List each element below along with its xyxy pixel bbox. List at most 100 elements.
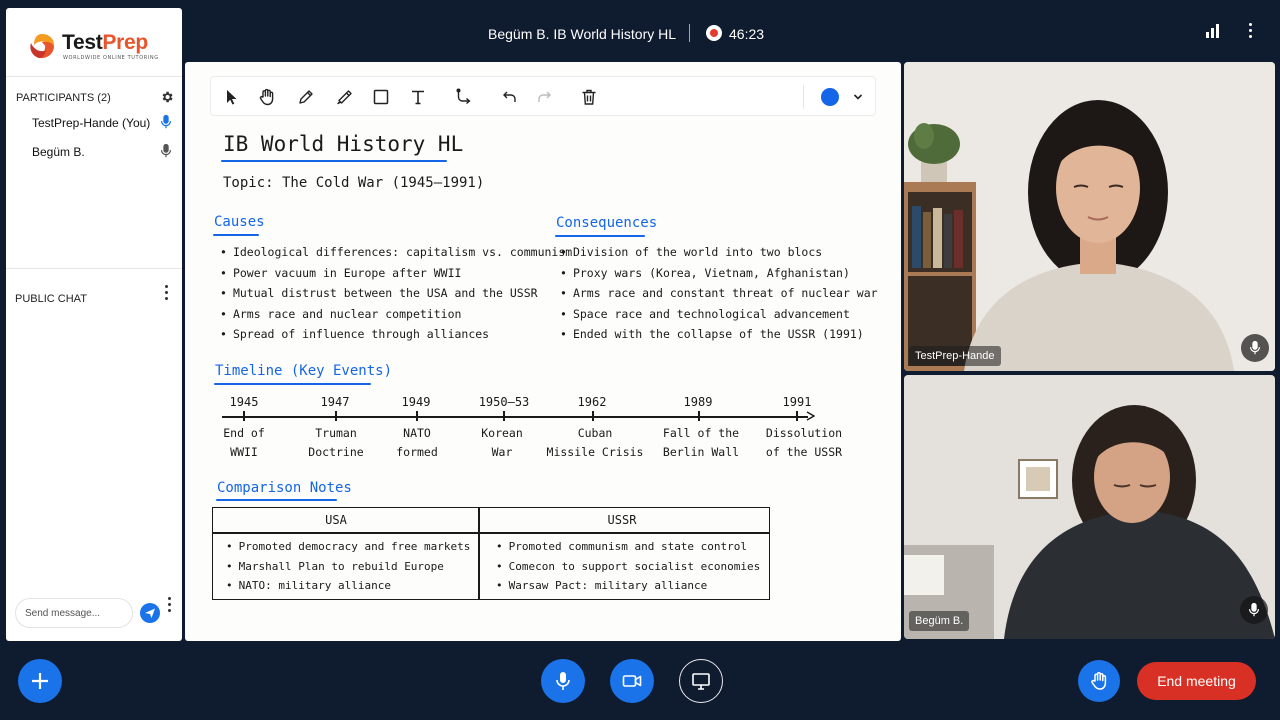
highlighter-icon[interactable] (334, 87, 354, 107)
timeline-heading: Timeline (Key Events) (215, 363, 393, 379)
video-camera-icon (622, 675, 642, 687)
timeline-event-label: End of WWII (223, 426, 265, 459)
list-item: NATO: military alliance (226, 579, 470, 599)
connector-icon[interactable] (454, 87, 474, 107)
whiteboard[interactable]: IB World History HL Topic: The Cold War … (185, 62, 901, 641)
timeline-event-label: Cuban Missile Crisis (546, 426, 644, 459)
end-meeting-button[interactable]: End meeting (1137, 662, 1256, 700)
timeline-tick (503, 411, 505, 421)
public-chat-title: PUBLIC CHAT (15, 293, 87, 305)
divider (689, 24, 690, 42)
timeline-tick (243, 411, 245, 421)
screen-share-icon (692, 673, 710, 690)
table-header-usa: USA (325, 513, 347, 527)
ussr-list: Promoted communism and state control Com… (496, 540, 761, 599)
list-item: Promoted communism and state control (496, 540, 760, 560)
timeline-year: 1945 (229, 395, 259, 409)
logo-mark-icon (30, 34, 55, 59)
text-icon[interactable] (408, 87, 428, 107)
causes-list: Ideological differences: capitalism vs. … (220, 245, 572, 348)
list-item: Promoted democracy and free markets (226, 540, 471, 560)
title-underline (221, 160, 447, 162)
list-item: Ended with the collapse of the USSR (199… (560, 327, 878, 348)
consequences-heading: Consequences (556, 215, 658, 231)
video-tile-tutor[interactable]: TestPrep-Hande (904, 62, 1275, 371)
divider (803, 85, 804, 109)
list-item: Ideological differences: capitalism vs. … (220, 245, 572, 266)
logo-wordmark: TestPrep (62, 31, 148, 54)
color-picker-swatch[interactable] (821, 88, 839, 106)
meeting-title: Begüm B. IB World History HL (488, 26, 677, 42)
participant-name-tag: TestPrep-Hande (909, 346, 1001, 366)
rectangle-icon[interactable] (371, 87, 391, 107)
timeline-year: 1947 (320, 395, 350, 409)
pen-icon[interactable] (296, 87, 316, 107)
chat-message-input[interactable] (15, 598, 133, 628)
video-tile-student[interactable]: Begüm B. (904, 375, 1275, 639)
comparison-table: USA USSR Promoted democracy and free mar… (212, 507, 770, 600)
timeline-tick (592, 411, 594, 421)
send-button[interactable] (140, 603, 160, 623)
add-button[interactable] (18, 659, 62, 703)
participant-name[interactable]: TestPrep-Hande (You) (32, 116, 150, 130)
heading-underline (213, 234, 259, 236)
timeline-tick (416, 411, 418, 421)
video-mic-button[interactable] (1240, 596, 1268, 624)
list-item: Power vacuum in Europe after WWII (220, 266, 572, 287)
sidebar: TestPrep WORLDWIDE ONLINE TUTORING PARTI… (6, 8, 182, 641)
board-topic: Topic: The Cold War (1945–1991) (223, 175, 485, 191)
redo-icon[interactable] (534, 87, 554, 107)
timeline-year: 1991 (782, 395, 812, 409)
signal-strength-icon[interactable] (1206, 24, 1220, 38)
list-item: Division of the world into two blocs (560, 245, 878, 266)
timeline-year: 1949 (401, 395, 431, 409)
timeline-year: 1989 (683, 395, 713, 409)
cursor-icon[interactable] (221, 87, 241, 107)
heading-underline (555, 235, 645, 237)
timeline-year: 1962 (577, 395, 607, 409)
trash-icon[interactable] (579, 87, 599, 107)
participant-name-tag: Begüm B. (909, 611, 970, 631)
microphone-button[interactable] (541, 659, 585, 703)
arrow-right-icon (806, 411, 815, 421)
video-mic-button[interactable] (1241, 334, 1269, 362)
chat-options-icon[interactable] (168, 597, 172, 613)
mic-icon (1249, 340, 1261, 355)
hand-icon (1091, 672, 1107, 690)
timeline-axis (222, 416, 808, 418)
logo-tagline: WORLDWIDE ONLINE TUTORING (63, 55, 159, 61)
undo-icon[interactable] (500, 87, 520, 107)
timeline-event-label: Dissolution of the USSR (765, 426, 843, 459)
mic-icon (1248, 602, 1260, 617)
raise-hand-button[interactable] (1078, 660, 1120, 702)
timeline-tick (698, 411, 700, 421)
list-item: Mutual distrust between the USA and the … (220, 286, 572, 307)
more-options-icon[interactable] (1249, 23, 1253, 39)
participant-video (904, 62, 1275, 371)
chevron-down-icon[interactable] (851, 90, 865, 104)
testprep-logo: TestPrep WORLDWIDE ONLINE TUTORING (28, 28, 178, 68)
timeline-event-label: Korean War (481, 426, 523, 459)
heading-underline (214, 383, 371, 385)
list-item: Marshall Plan to rebuild Europe (226, 560, 470, 580)
participants-title: PARTICIPANTS (2) (16, 92, 111, 104)
chat-menu-icon[interactable] (165, 285, 169, 301)
hand-icon[interactable] (257, 87, 277, 107)
camera-button[interactable] (610, 659, 654, 703)
mic-icon (160, 114, 172, 129)
timeline-tick (796, 411, 798, 421)
list-item: Warsaw Pact: military alliance (496, 579, 760, 599)
whiteboard-toolbar (210, 76, 876, 116)
list-item: Arms race and nuclear competition (220, 307, 572, 328)
recording-icon (706, 25, 722, 41)
gear-icon[interactable] (160, 90, 174, 104)
list-item: Space race and technological advancement (560, 307, 878, 328)
divider (6, 268, 182, 269)
screen-share-button[interactable] (679, 659, 723, 703)
mic-icon (556, 672, 570, 690)
timeline-tick (335, 411, 337, 421)
meeting-timer: 46:23 (729, 26, 765, 42)
usa-list: Promoted democracy and free markets Mars… (226, 540, 471, 599)
table-header-ussr: USSR (607, 513, 637, 527)
participant-name[interactable]: Begüm B. (32, 145, 85, 159)
